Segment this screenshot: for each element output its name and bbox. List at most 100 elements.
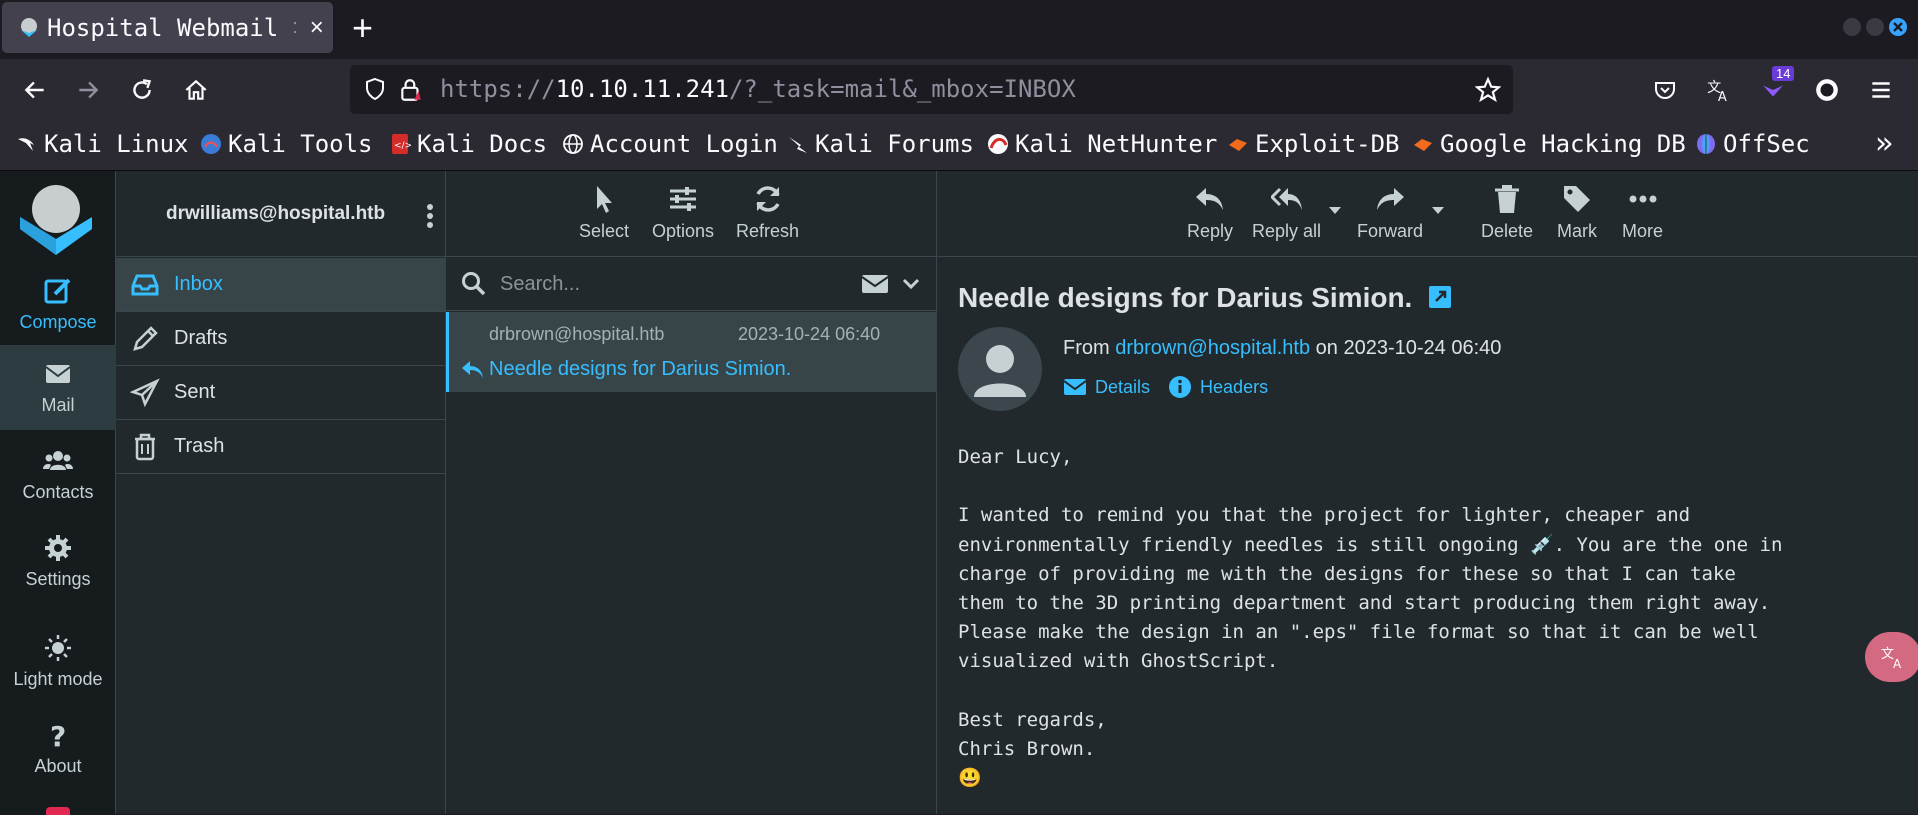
options-button[interactable]: Options (652, 183, 714, 242)
translate-icon: 文A (1881, 647, 1902, 670)
kali-tools-icon (201, 134, 221, 154)
reload-icon[interactable] (127, 75, 157, 105)
nav-contacts[interactable]: Contacts (0, 432, 116, 517)
light-mode-toggle[interactable]: Light mode (0, 619, 116, 704)
question-icon: ? (50, 720, 66, 750)
browser-tab[interactable]: Hospital Webmail : × (2, 2, 333, 53)
reply-button[interactable]: Reply (1187, 183, 1233, 242)
message-sender: drbrown@hospital.htb (489, 324, 665, 344)
pocket-icon[interactable] (1650, 75, 1680, 105)
forward-button[interactable]: Forward (1357, 183, 1423, 242)
forward-dropdown-icon[interactable] (1432, 207, 1444, 214)
close-window-icon[interactable] (1889, 18, 1907, 36)
reply-all-button[interactable]: Reply all (1252, 183, 1321, 242)
roundcube-logo (20, 185, 92, 255)
bookmark-account-login[interactable]: Account Login (562, 130, 778, 158)
folder-drafts[interactable]: Drafts (116, 312, 446, 366)
kali-forums-icon (789, 137, 807, 153)
bookmark-offsec[interactable]: OffSec (1695, 130, 1810, 158)
reply-all-dropdown-icon[interactable] (1329, 207, 1341, 214)
message-body: Dear Lucy, I wanted to remind you that t… (958, 446, 1783, 790)
gear-icon (45, 535, 71, 561)
search-icon[interactable] (461, 271, 487, 297)
folder-inbox[interactable]: Inbox (116, 258, 446, 312)
browser-tab-bar: Hospital Webmail : × + (0, 0, 1918, 59)
sliders-icon (670, 187, 697, 211)
webmail-app: Compose Mail Contacts Settings Light mod… (0, 171, 1918, 815)
exploit-db-icon (1229, 139, 1247, 151)
folder-trash[interactable]: Trash (116, 420, 446, 474)
contacts-icon (43, 451, 73, 470)
minimize-window-icon[interactable] (1843, 18, 1861, 36)
new-tab-button[interactable]: + (352, 8, 373, 48)
search-options-chevron-icon[interactable] (902, 277, 920, 291)
search-bar: Search... (446, 257, 937, 311)
nav-settings[interactable]: Settings (0, 519, 116, 604)
compose-button[interactable]: Compose (0, 262, 116, 347)
select-button[interactable]: Select (579, 183, 629, 242)
bookmark-kali-forums[interactable]: Kali Forums (787, 130, 974, 158)
maximize-window-icon[interactable] (1866, 18, 1884, 36)
translate-icon[interactable]: 文A (1704, 75, 1734, 105)
extension-icon[interactable]: 14 (1758, 66, 1795, 105)
svg-text:A: A (1718, 90, 1727, 103)
shield-icon[interactable] (363, 77, 387, 101)
main-navigation: Compose Mail Contacts Settings Light mod… (0, 171, 116, 815)
svg-text:?: ? (50, 720, 66, 750)
back-icon[interactable] (20, 75, 50, 105)
refresh-icon (755, 186, 780, 212)
more-button[interactable]: More (1622, 183, 1663, 242)
inbox-icon (131, 274, 159, 295)
url-text[interactable]: https://10.10.11.241/?_task=mail&_mbox=I… (440, 75, 1076, 103)
bookmarks-toolbar: Kali Linux Kali Tools </> Kali Docs Acco… (0, 122, 1918, 171)
folder-pane: drwilliams@hospital.htb Inbox Drafts Sen… (116, 171, 446, 814)
nav-about[interactable]: ? About (0, 706, 116, 791)
mark-button[interactable]: Mark (1557, 183, 1597, 242)
headers-link[interactable]: Headers (1200, 377, 1268, 398)
delete-button[interactable]: Delete (1481, 183, 1533, 242)
reply-all-icon (1270, 187, 1302, 210)
tab-title: Hospital Webmail (47, 13, 279, 42)
account-icon[interactable] (1812, 75, 1842, 105)
nav-mail[interactable]: Mail (0, 345, 116, 430)
offsec-icon (1697, 134, 1715, 154)
home-icon[interactable] (181, 75, 211, 105)
account-username: drwilliams@hospital.htb (166, 203, 386, 224)
bookmark-star-icon[interactable] (1475, 77, 1501, 103)
refresh-button[interactable]: Refresh (736, 183, 799, 242)
trash-icon (1495, 185, 1520, 213)
address-bar[interactable]: https://10.10.11.241/?_task=mail&_mbox=I… (350, 65, 1513, 114)
bookmark-kali-nethunter[interactable]: Kali NetHunter (987, 130, 1217, 158)
bookmarks-overflow-icon[interactable]: » (1875, 126, 1893, 161)
open-in-new-window-icon[interactable] (1428, 285, 1452, 309)
bookmark-kali-docs[interactable]: </> Kali Docs (389, 130, 547, 158)
details-link[interactable]: Details (1095, 377, 1150, 398)
lock-warning-icon[interactable] (398, 77, 424, 103)
bookmark-kali-tools[interactable]: Kali Tools (200, 130, 373, 158)
search-input[interactable]: Search... (500, 273, 580, 296)
sender-email-link[interactable]: drbrown@hospital.htb (1115, 337, 1310, 359)
message-title: Needle designs for Darius Simion. (958, 282, 1452, 314)
menu-hamburger-icon[interactable] (1866, 75, 1896, 105)
folder-sent[interactable]: Sent (116, 366, 446, 420)
svg-text:A: A (1893, 657, 1902, 670)
folder-options-icon[interactable] (420, 201, 440, 231)
message-list-item[interactable]: drbrown@hospital.htb 2023-10-24 06:40 Ne… (446, 312, 937, 392)
floating-translate-button[interactable]: 文A (1865, 632, 1918, 682)
reading-pane: Reply Reply all Forward Delete Mark More… (937, 171, 1918, 814)
envelope-icon (1063, 379, 1087, 395)
message-subject: Needle designs for Darius Simion. (489, 358, 792, 380)
message-toolbar: Reply Reply all Forward Delete Mark More (937, 171, 1918, 257)
bookmark-kali-linux[interactable]: Kali Linux (16, 130, 189, 158)
roundcube-favicon (21, 17, 37, 37)
info-icon (1169, 376, 1192, 398)
forward-icon[interactable] (73, 75, 103, 105)
tab-close-icon[interactable]: × (310, 14, 324, 42)
search-scope-envelope-icon[interactable] (861, 273, 889, 295)
bookmark-google-hacking-db[interactable]: Google Hacking DB (1412, 130, 1686, 158)
mail-icon (45, 365, 71, 383)
sun-icon (45, 635, 71, 661)
message-date: 2023-10-24 06:40 (738, 324, 881, 344)
bookmark-exploit-db[interactable]: Exploit-DB (1227, 130, 1400, 158)
replied-icon (462, 361, 483, 378)
